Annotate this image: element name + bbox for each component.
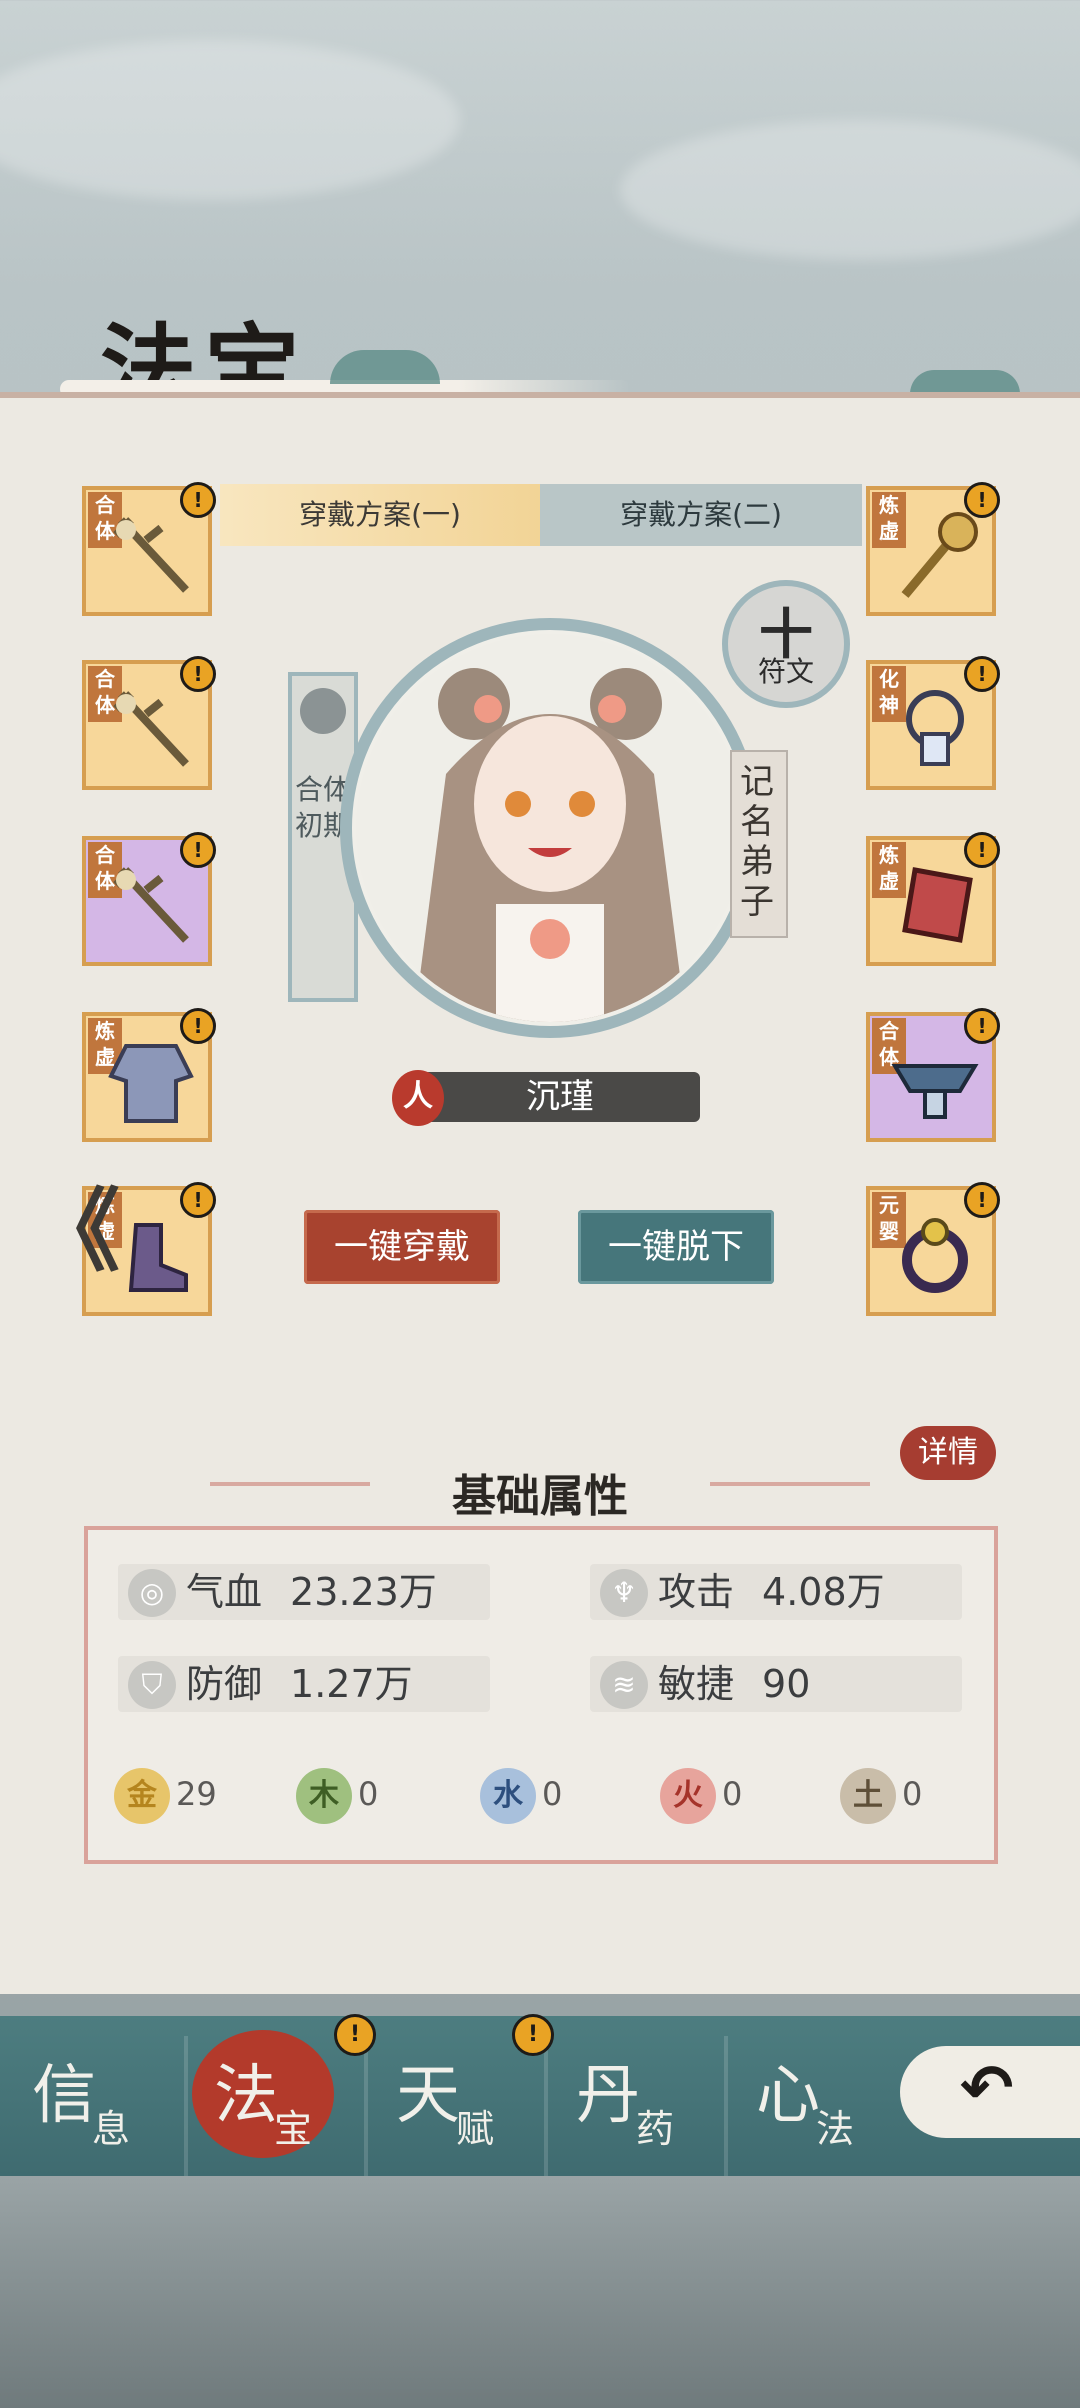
element-value: 0 bbox=[902, 1775, 923, 1813]
equip-slot-right-5[interactable]: 元婴 ! bbox=[866, 1182, 1000, 1316]
stat-agility: ≋ 敏捷 90 bbox=[590, 1656, 962, 1712]
nav-small-char: 息 bbox=[92, 2107, 131, 2151]
stat-attack: ♆ 攻击 4.08万 bbox=[590, 1564, 962, 1620]
nav-small-char: 赋 bbox=[456, 2107, 495, 2151]
attributes-title: 基础属性 bbox=[452, 1471, 628, 1522]
cloud-icon bbox=[300, 688, 346, 734]
rune-button[interactable]: 十 符文 bbox=[722, 580, 850, 708]
wood-icon: 木 bbox=[296, 1768, 352, 1824]
cloud-ornament bbox=[910, 370, 1020, 394]
rank-plaque: 记名弟子 bbox=[730, 750, 788, 938]
nav-big-char: 心 bbox=[756, 2059, 820, 2133]
ring-icon bbox=[902, 1218, 968, 1293]
necklace-icon bbox=[906, 690, 964, 766]
equip-slot-right-3[interactable]: 炼虚 ! bbox=[866, 832, 1000, 966]
equip-slot-left-1[interactable]: 合体 ! bbox=[82, 482, 216, 616]
stat-label: 攻击 bbox=[658, 1570, 735, 1614]
return-button[interactable]: ↶ bbox=[900, 2046, 1080, 2138]
stat-value: 1.27万 bbox=[290, 1662, 413, 1706]
tab-mind-method[interactable]: 心法 bbox=[734, 2040, 914, 2160]
sword-icon bbox=[113, 517, 189, 593]
earth-icon: 土 bbox=[840, 1768, 896, 1824]
element-value: 0 bbox=[358, 1775, 379, 1813]
sword-icon bbox=[113, 867, 189, 943]
attack-icon: ♆ bbox=[600, 1568, 648, 1617]
hp-icon: ◎ bbox=[128, 1568, 176, 1617]
wear-all-button[interactable]: 一键穿戴 bbox=[304, 1210, 500, 1284]
tab-plan-1[interactable]: 穿戴方案(一) bbox=[220, 484, 540, 546]
nav-big-char: 天 bbox=[396, 2059, 460, 2133]
fire-icon: 火 bbox=[660, 1768, 716, 1824]
nav-small-char: 法 bbox=[816, 2107, 855, 2151]
race-badge: 人 bbox=[392, 1070, 444, 1126]
back-arrow-icon[interactable]: 《 bbox=[30, 1158, 120, 1288]
fan-staff-icon bbox=[901, 512, 978, 598]
cloud-ornament bbox=[330, 350, 440, 384]
stat-value: 4.08万 bbox=[762, 1570, 885, 1614]
remove-all-button[interactable]: 一键脱下 bbox=[578, 1210, 774, 1284]
metal-icon: 金 bbox=[114, 1768, 170, 1824]
element-earth: 土0 bbox=[840, 1768, 922, 1824]
rune-label: 符文 bbox=[757, 655, 814, 688]
stat-value: 90 bbox=[762, 1662, 811, 1706]
tab-info[interactable]: 信息 bbox=[10, 2040, 190, 2160]
element-value: 29 bbox=[176, 1775, 217, 1813]
landscape-background bbox=[0, 2176, 1080, 2408]
stat-label: 敏捷 bbox=[658, 1662, 735, 1706]
equip-slot-right-2[interactable]: 化神 ! bbox=[866, 656, 1000, 790]
equip-slot-left-3[interactable]: 合体 ! bbox=[82, 832, 216, 966]
tab-talent[interactable]: 天赋 bbox=[374, 2040, 554, 2160]
element-value: 0 bbox=[542, 1775, 563, 1813]
nav-small-char: 药 bbox=[636, 2107, 675, 2151]
cloud-decoration bbox=[0, 40, 460, 200]
stat-defense: ⛉ 防御 1.27万 bbox=[118, 1656, 490, 1712]
element-water: 水0 bbox=[480, 1768, 562, 1824]
cloud-decoration bbox=[620, 120, 1080, 260]
stat-label: 防御 bbox=[186, 1662, 263, 1706]
equip-slot-right-4[interactable]: 合体 ! bbox=[866, 1008, 1000, 1142]
tab-plan-2[interactable]: 穿戴方案(二) bbox=[540, 484, 862, 546]
gem-icon bbox=[902, 867, 973, 943]
tab-treasure[interactable]: 法宝 bbox=[192, 2040, 372, 2160]
equip-slot-right-1[interactable]: 炼虚 ! bbox=[866, 482, 1000, 616]
element-fire: 火0 bbox=[660, 1768, 742, 1824]
stat-value: 23.23万 bbox=[290, 1570, 437, 1614]
wind-icon: ≋ bbox=[600, 1660, 648, 1709]
stat-hp: ◎ 气血 23.23万 bbox=[118, 1564, 490, 1620]
stat-label: 气血 bbox=[186, 1570, 263, 1614]
tab-pill[interactable]: 丹药 bbox=[554, 2040, 734, 2160]
sword-icon bbox=[113, 691, 189, 767]
rank-text: 记名弟子 bbox=[740, 762, 774, 922]
element-metal: 金 29 bbox=[114, 1768, 217, 1824]
water-icon: 水 bbox=[480, 1768, 536, 1824]
alert-icon: ! bbox=[512, 2014, 554, 2056]
equip-slot-left-2[interactable]: 合体 ! bbox=[82, 656, 216, 790]
character-portrait-image bbox=[414, 668, 686, 1022]
character-portrait bbox=[356, 634, 744, 1022]
nav-big-char: 信 bbox=[32, 2059, 96, 2133]
shield-icon: ⛉ bbox=[128, 1660, 176, 1709]
return-icon: ↶ bbox=[960, 2052, 1014, 2126]
belt-icon bbox=[891, 1064, 979, 1119]
nav-small-char: 宝 bbox=[274, 2107, 313, 2151]
alert-icon: ! bbox=[334, 2014, 376, 2056]
nav-big-char: 法 bbox=[214, 2059, 278, 2133]
nav-big-char: 丹 bbox=[576, 2059, 640, 2133]
robe-icon bbox=[108, 1044, 194, 1123]
character-name: 沉瑾 bbox=[420, 1072, 700, 1122]
element-value: 0 bbox=[722, 1775, 743, 1813]
element-wood: 木0 bbox=[296, 1768, 378, 1824]
equip-slot-left-4[interactable]: 炼虚 ! bbox=[82, 1008, 216, 1142]
